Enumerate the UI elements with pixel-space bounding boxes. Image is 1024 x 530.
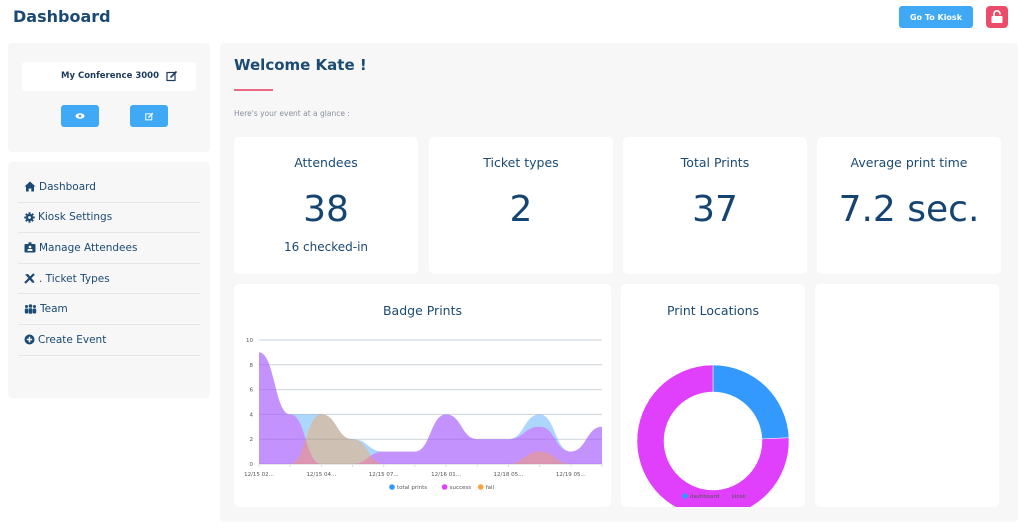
top-bar: Dashboard Go To Kiosk xyxy=(0,0,1024,40)
legend-swatch xyxy=(441,484,448,490)
legend-label: kiosk xyxy=(732,494,747,500)
view-event-button[interactable] xyxy=(61,105,99,127)
x-tick-label: 12/15 02... xyxy=(244,472,274,478)
y-tick-label: 2 xyxy=(250,437,254,443)
x-tick-label: 12/15 07... xyxy=(369,472,399,478)
sidebar-item-label: Team xyxy=(40,303,68,316)
legend-label: fail xyxy=(486,485,495,491)
glance-subtitle: Here's your event at a glance : xyxy=(234,109,350,118)
plus-circle-icon xyxy=(24,334,35,345)
legend-label: total prints xyxy=(397,485,427,491)
sidebar-item-kiosk-settings[interactable]: Kiosk Settings xyxy=(18,203,200,234)
sidebar-item-label: Create Event xyxy=(38,333,107,346)
go-to-kiosk-button[interactable]: Go To Kiosk xyxy=(899,6,973,28)
stat-label: Attendees xyxy=(294,155,358,170)
sidebar-item-manage-attendees[interactable]: Manage Attendees xyxy=(18,233,200,264)
x-tick-label: 12/15 04... xyxy=(306,472,336,478)
empty-panel xyxy=(815,284,999,507)
gear-icon xyxy=(24,212,35,223)
x-tick-label: 12/18 05... xyxy=(494,472,524,478)
stat-card-ticket-types: Ticket types 2 xyxy=(429,137,613,274)
stat-label: Ticket types xyxy=(483,155,559,170)
y-tick-label: 10 xyxy=(246,338,253,344)
legend-swatch xyxy=(723,493,730,499)
stat-card-attendees: Attendees 38 16 checked-in xyxy=(234,137,418,274)
welcome-heading: Welcome Kate ! xyxy=(234,56,367,74)
sidebar-item-label: Manage Attendees xyxy=(39,241,138,254)
stat-card-total-prints: Total Prints 37 xyxy=(623,137,807,274)
donut-slice-dashboard xyxy=(712,364,790,440)
sidebar-item-label: Kiosk Settings xyxy=(38,211,113,224)
print-locations-panel: Print Locations dashboard kiosk xyxy=(621,284,805,507)
edit-icon xyxy=(144,112,153,120)
event-name: My Conference 3000 xyxy=(61,71,159,81)
stat-value: 38 xyxy=(303,189,349,230)
print-locations-chart: dashboard kiosk xyxy=(636,364,790,507)
legend-item: fail xyxy=(477,484,495,491)
stat-value: 2 xyxy=(509,189,533,230)
y-tick-label: 0 xyxy=(250,462,254,468)
legend-label: dashboard xyxy=(690,494,719,500)
edit-icon[interactable] xyxy=(166,70,178,82)
sidebar-item-ticket-types[interactable]: . Ticket Types xyxy=(18,264,200,295)
lock-button[interactable] xyxy=(986,6,1008,28)
legend-swatch xyxy=(477,484,484,490)
sidebar-item-label: . Ticket Types xyxy=(39,272,110,285)
edit-event-button[interactable] xyxy=(130,105,168,127)
sidebar-nav: Dashboard Kiosk Settings Manage Attendee… xyxy=(8,162,210,398)
y-tick-label: 8 xyxy=(250,363,254,369)
x-tick-label: 12/19 05... xyxy=(556,472,586,478)
badge-prints-panel: Badge Prints 0 2 4 6 8 10 12/15 02... 12/15 04.… xyxy=(234,284,611,507)
x-tick-label: 12/16 01... xyxy=(431,472,461,478)
stat-card-average-print-time: Average print time 7.2 sec. xyxy=(817,137,1001,274)
y-tick-label: 4 xyxy=(250,412,254,418)
badge-prints-chart: 0 2 4 6 8 10 12/15 02... 12/15 04... 12/15 07...… xyxy=(244,338,603,491)
home-icon xyxy=(24,181,36,192)
y-tick-label: 6 xyxy=(250,388,254,394)
stat-subtext: 16 checked-in xyxy=(283,240,369,254)
stat-value: 7.2 sec. xyxy=(838,189,980,230)
stat-label: Total Prints xyxy=(680,155,750,170)
sidebar-item-label: Dashboard xyxy=(39,180,96,193)
eye-icon xyxy=(75,113,85,119)
heading-divider xyxy=(234,89,273,91)
page-title: Dashboard xyxy=(13,7,111,26)
event-panel: My Conference 3000 xyxy=(8,43,210,152)
sidebar-item-dashboard[interactable]: Dashboard xyxy=(18,172,200,203)
legend-item: success xyxy=(441,484,472,491)
tools-icon xyxy=(24,273,35,284)
legend-swatch xyxy=(389,484,395,490)
unlock-icon xyxy=(991,10,1003,23)
stat-value: 37 xyxy=(692,189,738,230)
users-icon xyxy=(24,304,37,314)
stat-label: Average print time xyxy=(850,155,968,170)
main-content: Welcome Kate ! Here's your event at a gl… xyxy=(220,43,1018,522)
legend-label: success xyxy=(450,485,472,491)
id-badge-icon xyxy=(24,242,36,253)
sidebar-item-team[interactable]: Team xyxy=(18,294,200,325)
event-name-box: My Conference 3000 xyxy=(22,62,196,91)
legend-item: total prints xyxy=(389,484,427,491)
legend-swatch xyxy=(682,493,688,499)
sidebar-item-create-event[interactable]: Create Event xyxy=(18,325,200,356)
